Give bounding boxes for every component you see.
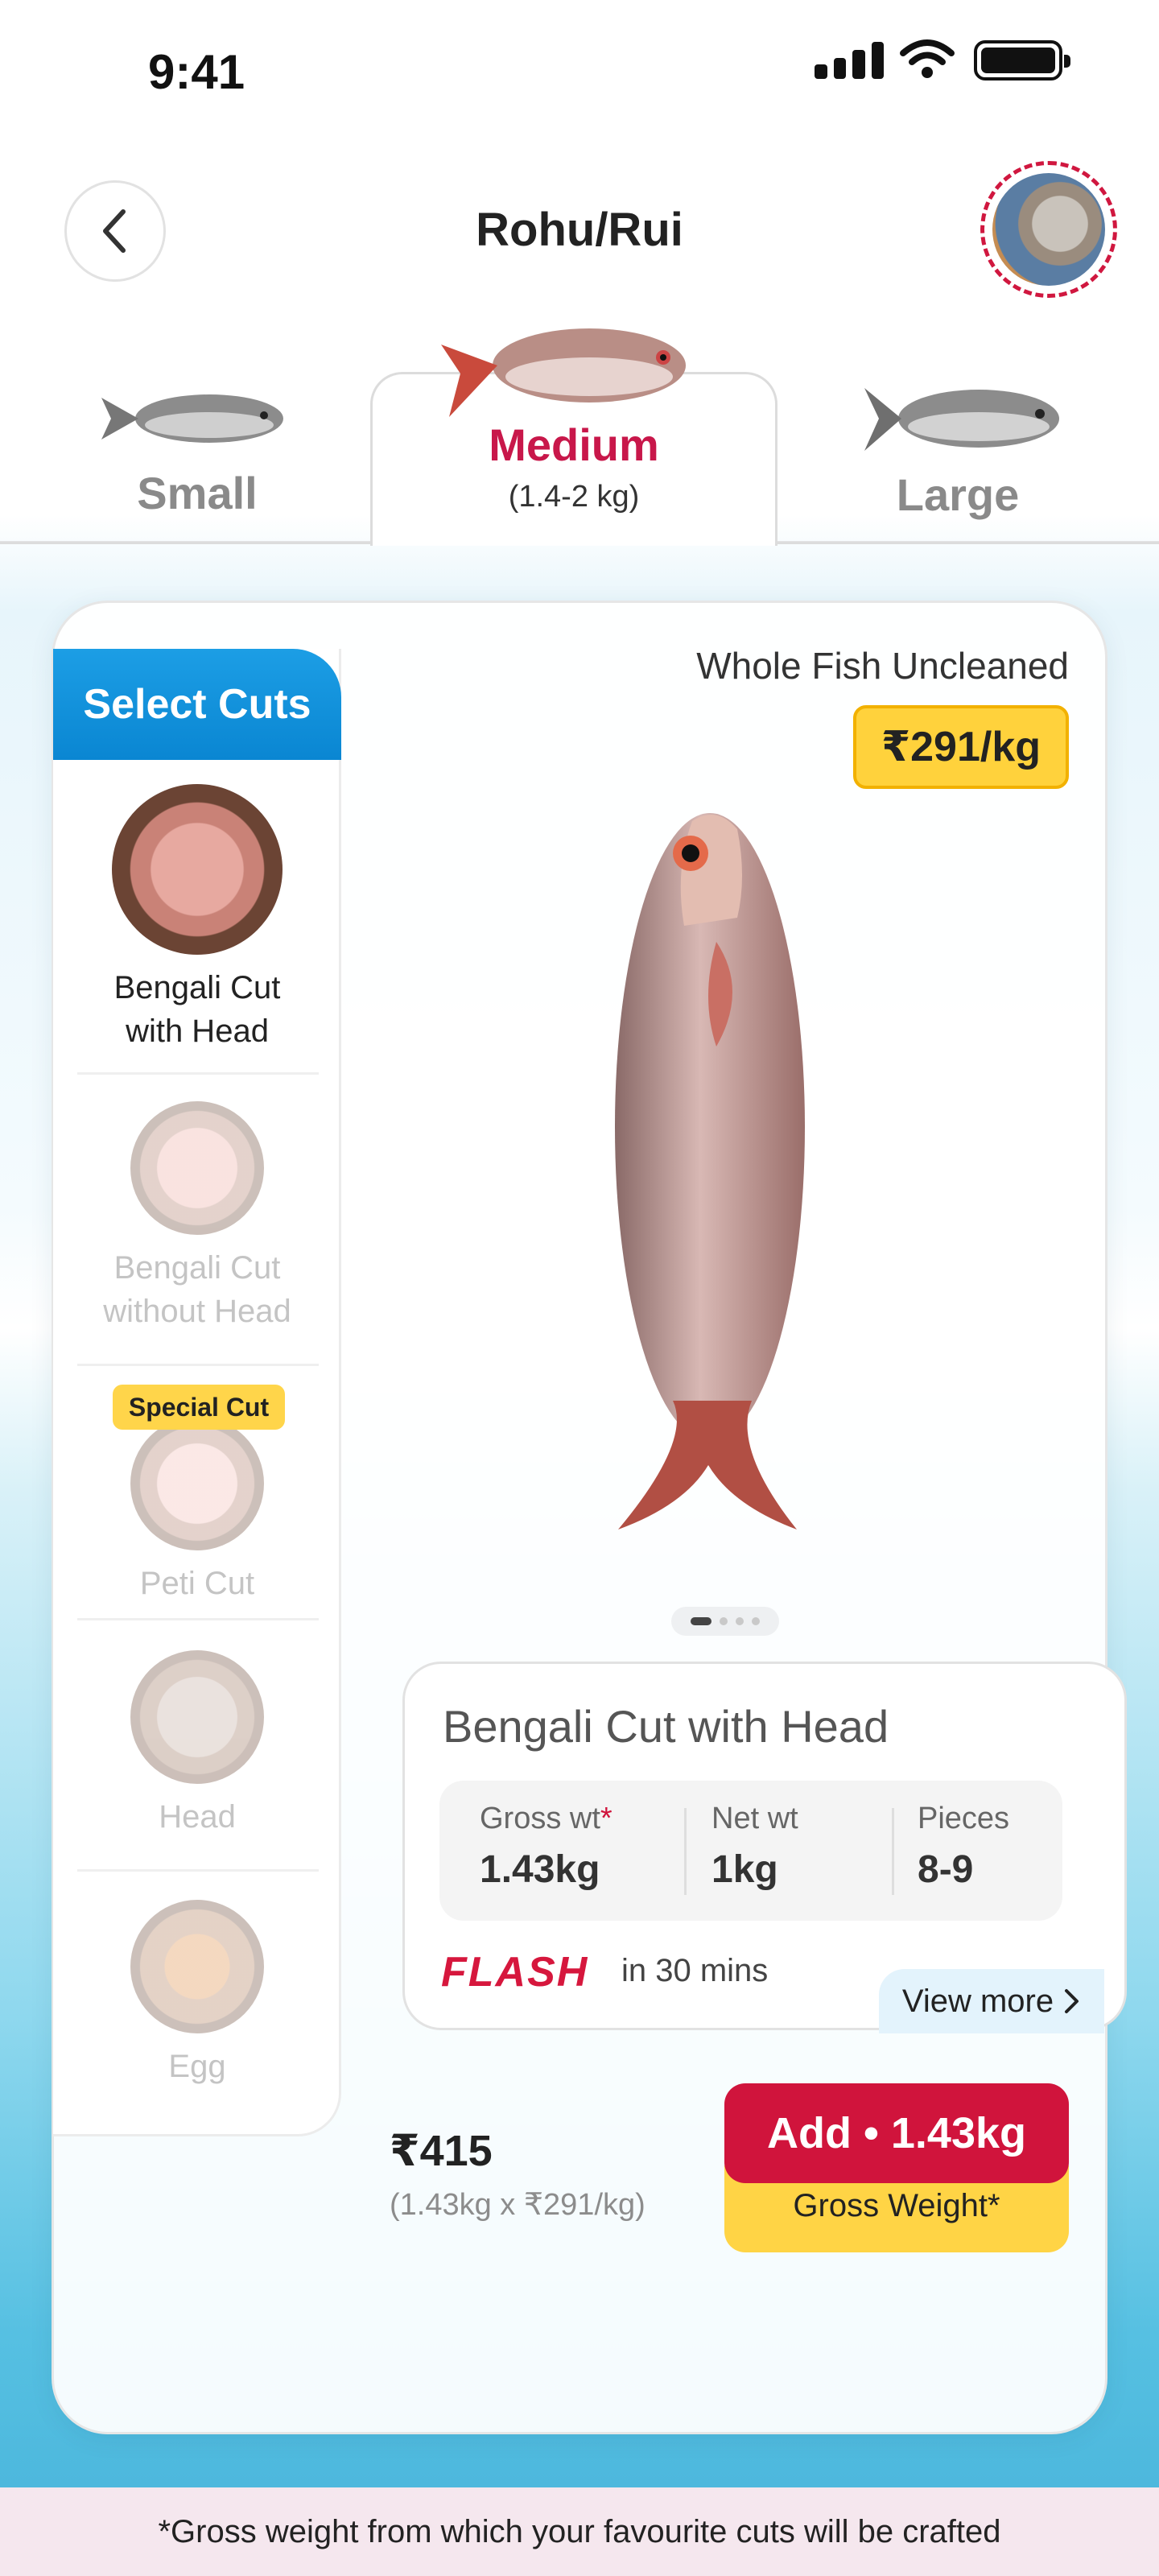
fish-avatar-button[interactable] — [980, 161, 1117, 298]
carousel-dot — [736, 1617, 744, 1625]
pieces-stat: Pieces 8-9 — [918, 1802, 1009, 1892]
net-weight-stat: Net wt 1kg — [711, 1802, 798, 1892]
tab-medium-weight: (1.4-2 kg) — [508, 480, 640, 514]
tab-large-label: Large — [896, 469, 1020, 520]
divider — [77, 1869, 319, 1872]
battery-icon — [974, 40, 1070, 80]
cut-label: Bengali Cut with Head — [113, 970, 281, 1049]
net-weight-value: 1kg — [711, 1848, 778, 1891]
cut-thumbnail — [112, 784, 283, 955]
cut-label: Head — [159, 1799, 236, 1835]
stat-divider — [892, 1808, 894, 1895]
cut-thumbnail — [130, 1650, 264, 1784]
cut-label: Peti Cut — [139, 1566, 255, 1601]
cut-option-head[interactable]: Head — [53, 1650, 341, 1839]
cut-label: Bengali Cut without Head — [103, 1250, 291, 1329]
carousel-dot-active — [691, 1617, 711, 1625]
gross-weight-stat: Gross wt* 1.43kg — [480, 1802, 612, 1892]
chevron-right-icon — [1065, 1989, 1079, 2013]
gross-weight-label: Gross wt — [480, 1802, 600, 1835]
large-fish-icon — [864, 388, 1059, 451]
wifi-icon — [900, 39, 955, 78]
carousel-dot — [752, 1617, 760, 1625]
select-cuts-header: Select Cuts — [53, 649, 341, 760]
tab-medium-label: Medium — [489, 419, 659, 470]
flash-delivery-logo: FLASH — [441, 1949, 589, 1996]
cut-option-bengali-with-head[interactable]: Bengali Cut with Head — [53, 784, 341, 1053]
divider — [77, 1364, 319, 1366]
price-calculation: (1.43kg x ₹291/kg) — [390, 2188, 645, 2222]
price-per-kg-badge: ₹291/kg — [853, 705, 1069, 789]
net-weight-label: Net wt — [711, 1802, 798, 1835]
product-name: Whole Fish Uncleaned — [696, 645, 1069, 687]
divider — [77, 1618, 319, 1620]
pieces-value: 8-9 — [918, 1848, 974, 1891]
total-price: ₹415 — [390, 2127, 493, 2175]
cut-details-title: Bengali Cut with Head — [443, 1701, 889, 1752]
medium-fish-icon — [441, 328, 686, 417]
tab-small-label: Small — [137, 468, 258, 518]
cut-option-bengali-without-head[interactable]: Bengali Cut without Head — [53, 1101, 341, 1333]
stat-divider — [684, 1808, 687, 1895]
view-more-button[interactable]: View more — [879, 1969, 1104, 2033]
add-to-cart-button[interactable]: Add • 1.43kg — [724, 2083, 1069, 2183]
gross-weight-value: 1.43kg — [480, 1848, 600, 1891]
fish-avatar-image — [992, 173, 1105, 286]
cut-label: Egg — [168, 2049, 226, 2084]
cut-thumbnail — [130, 1900, 264, 2033]
cellular-signal-icon — [815, 39, 884, 79]
gross-weight-footer-note: *Gross weight from which your favourite … — [0, 2487, 1159, 2576]
delivery-eta: in 30 mins — [621, 1953, 769, 1988]
divider — [77, 1072, 319, 1075]
cut-option-egg[interactable]: Egg — [53, 1900, 341, 2088]
carousel-indicator[interactable] — [671, 1607, 779, 1636]
view-more-label: View more — [901, 1983, 1054, 2019]
special-cut-badge: Special Cut — [113, 1385, 285, 1430]
small-fish-icon — [101, 394, 283, 443]
gross-weight-asterisk: * — [600, 1802, 612, 1835]
status-time: 9:41 — [148, 45, 245, 99]
carousel-dot — [720, 1617, 728, 1625]
cut-thumbnail — [130, 1101, 264, 1235]
whole-fish-image — [615, 813, 805, 1530]
cut-thumbnail — [130, 1417, 264, 1550]
pieces-label: Pieces — [918, 1802, 1010, 1835]
cut-option-peti-cut[interactable]: Peti Cut — [53, 1417, 341, 1605]
